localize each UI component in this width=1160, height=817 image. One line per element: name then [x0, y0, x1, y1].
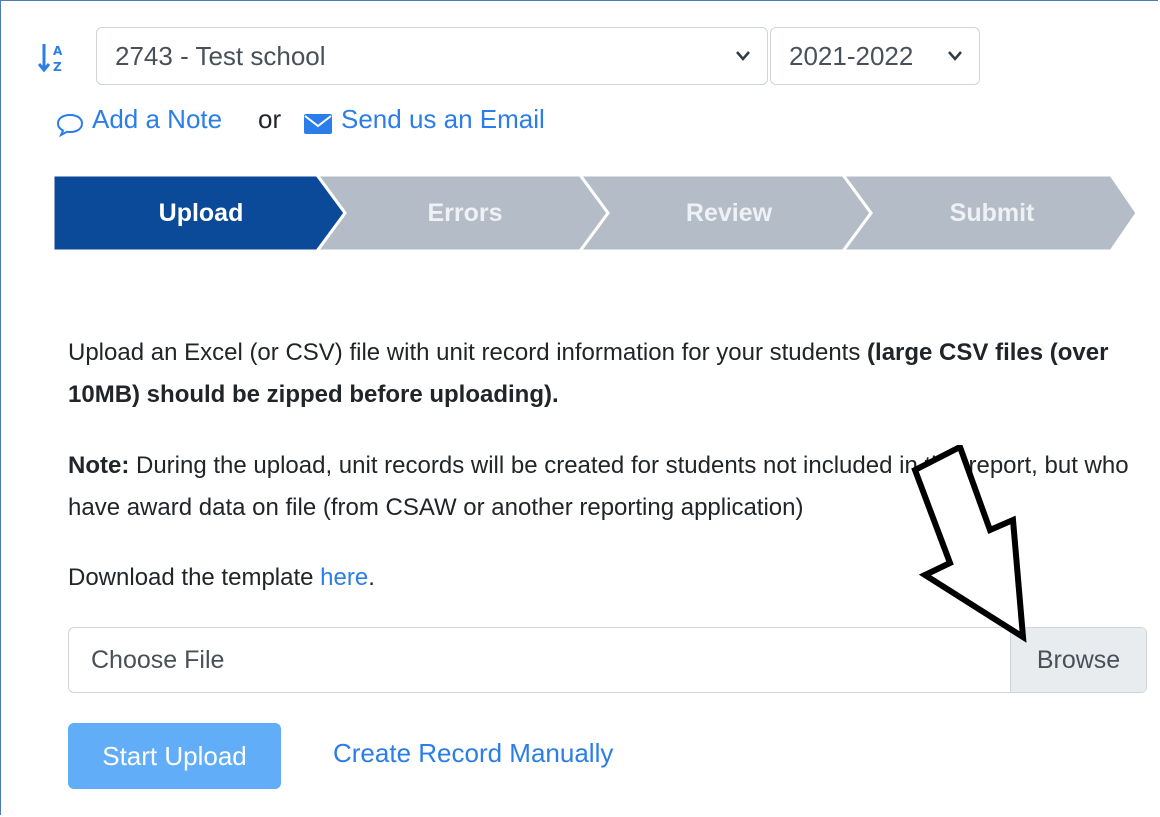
add-note-label: Add a Note [92, 104, 223, 134]
file-input-placeholder: Choose File [91, 646, 225, 674]
chat-bubble-icon [56, 113, 84, 138]
year-select-value: 2021-2022 [789, 41, 914, 71]
envelope-icon [304, 114, 332, 134]
download-template: Download the template here. [68, 557, 1068, 599]
school-select[interactable]: 2743 - Test school [96, 27, 768, 85]
note-text: During the upload, unit records will be … [68, 452, 1129, 521]
file-input[interactable]: Choose File Browse [68, 627, 1147, 693]
upload-instructions: Upload an Excel (or CSV) file with unit … [68, 332, 1153, 416]
intro-text: Upload an Excel (or CSV) file with unit … [68, 339, 868, 366]
progress-steps: Upload Errors Review Submit [53, 175, 1143, 251]
note-label: Note: [68, 452, 130, 479]
chevron-down-icon [948, 51, 962, 61]
or-text: or [258, 104, 282, 134]
upload-note: Note: During the upload, unit records wi… [68, 445, 1153, 529]
download-suffix: . [368, 564, 375, 591]
step-upload: Upload [158, 199, 244, 227]
create-record-manually-link[interactable]: Create Record Manually [333, 738, 613, 769]
start-upload-button[interactable]: Start Upload [68, 723, 281, 789]
chevron-down-icon [736, 51, 750, 61]
year-select[interactable]: 2021-2022 [770, 27, 980, 85]
download-prefix: Download the template [68, 564, 321, 591]
step-review: Review [685, 199, 773, 227]
send-email-label: Send us an Email [341, 104, 545, 134]
svg-text:A: A [53, 44, 63, 58]
school-select-value: 2743 - Test school [115, 41, 326, 71]
step-errors: Errors [427, 199, 503, 227]
step-submit: Submit [949, 199, 1035, 227]
browse-button[interactable]: Browse [1010, 628, 1146, 692]
sort-alpha-down-icon[interactable]: A Z [38, 42, 68, 74]
template-download-link[interactable]: here [320, 564, 368, 591]
svg-text:Z: Z [53, 60, 62, 74]
